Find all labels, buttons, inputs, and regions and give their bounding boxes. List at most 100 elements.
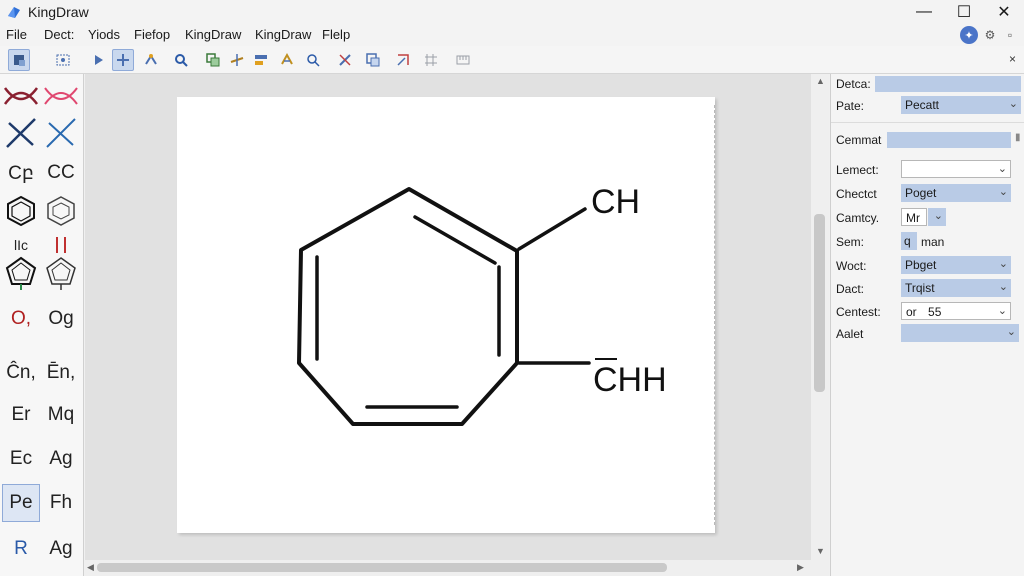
lemect-input[interactable]: ⌄ <box>901 160 1011 178</box>
field-value: or <box>906 305 917 319</box>
settings-icon[interactable]: ⚙ <box>982 27 998 43</box>
tool-carbon-chain[interactable]: Cբ <box>2 154 40 192</box>
scroll-left-icon[interactable]: ◀ <box>87 562 94 573</box>
tool-cn[interactable]: Ĉn, <box>2 354 40 392</box>
tool-cyclopentane[interactable] <box>2 254 40 292</box>
horizontal-scrollbar[interactable]: ◀ ▶ <box>85 560 829 576</box>
toolbar-measure-button[interactable] <box>452 49 474 71</box>
toolbar-copy-button[interactable] <box>202 49 224 71</box>
cyclohexane-ring-icon <box>47 196 75 226</box>
tool-fh[interactable]: Fh <box>42 484 80 522</box>
chevron-down-icon: ⌄ <box>998 281 1008 293</box>
sem-value: man <box>921 235 945 249</box>
menu-bar: File Dect: Yiods Fiefop KingDraw KingDra… <box>0 24 1024 46</box>
tool-rk[interactable]: R <box>2 530 40 568</box>
prop-row-woct: Woct: Pbget ⌄ <box>831 256 1024 276</box>
template-icon <box>397 54 409 66</box>
pate-select[interactable]: Pecatt ⌄ <box>901 96 1021 114</box>
toolbar-rotate-button[interactable] <box>112 49 134 71</box>
tool-bond-pink[interactable] <box>42 76 80 114</box>
scroll-down-icon[interactable]: ▼ <box>816 546 825 556</box>
toolbar-select-button[interactable] <box>8 49 30 71</box>
toolbar-close-icon[interactable]: × <box>1009 52 1016 66</box>
drawing-workspace[interactable]: CH CHH <box>85 74 811 560</box>
prop-row-dact: Dact: Trqist ⌄ <box>831 279 1024 299</box>
close-button[interactable]: ✕ <box>984 0 1024 24</box>
minimize-button[interactable]: — <box>904 0 944 24</box>
tool-cyclopentadiene[interactable] <box>42 254 80 292</box>
tool-label: Ec <box>9 448 33 469</box>
toolbar-move-button[interactable] <box>88 49 110 71</box>
tool-ag-2[interactable]: Ag <box>42 530 80 568</box>
restore-icon[interactable]: ▫ <box>1002 27 1018 43</box>
prop-label: Centest: <box>836 305 881 319</box>
vertical-scrollbar[interactable]: ▲ ▼ <box>811 74 829 560</box>
tool-er[interactable]: Er <box>2 396 40 434</box>
prop-label: Aalet <box>836 327 864 341</box>
tool-ec[interactable]: Ec <box>2 440 40 478</box>
tool-ag[interactable]: Ag <box>42 440 80 478</box>
panel-scroll-icon[interactable]: ▮ <box>1015 132 1021 143</box>
scroll-right-icon[interactable]: ▶ <box>797 562 804 573</box>
menu-kingdraw-1[interactable]: KingDraw <box>185 27 241 42</box>
chevron-down-icon: ⌄ <box>1006 326 1016 338</box>
dact-select[interactable]: Trqist ⌄ <box>901 279 1011 297</box>
tool-cyclohexane[interactable] <box>42 192 80 230</box>
molecule-drawing[interactable]: CH CHH <box>177 97 715 533</box>
tool-bond-red[interactable] <box>2 76 40 114</box>
tool-label: CC <box>47 162 75 183</box>
toolbar-bond-button[interactable] <box>226 49 248 71</box>
tool-og[interactable]: Og <box>42 300 80 338</box>
label-ch[interactable]: CH <box>591 183 640 221</box>
toolbar-search-button[interactable] <box>302 49 324 71</box>
vertical-scroll-thumb[interactable] <box>814 214 825 392</box>
double-bond-lines[interactable] <box>315 215 501 409</box>
ring-bonds[interactable] <box>297 187 519 426</box>
camtcy-dropdown[interactable]: ⌄ <box>928 208 946 226</box>
tool-label: Pe <box>9 492 33 513</box>
rotate-icon <box>117 54 129 66</box>
aalet-select[interactable]: ⌄ <box>901 324 1019 342</box>
centest-input[interactable]: or 55 ⌄ <box>901 302 1011 320</box>
menu-file[interactable]: File <box>6 27 27 42</box>
toolbar-frame-button[interactable] <box>362 49 384 71</box>
menu-kingdraw-2[interactable]: KingDraw <box>255 27 311 42</box>
properties-panel: Detca: Pate: Pecatt ⌄ Cemmat ▮ Lemect: ⌄… <box>830 74 1024 576</box>
camtcy-input[interactable]: Mr <box>901 208 927 226</box>
menu-view[interactable]: Yiods <box>88 27 120 42</box>
tool-bn[interactable]: Ēn, <box>42 354 80 392</box>
toolbar-template-button[interactable] <box>392 49 414 71</box>
menu-format[interactable]: Fiefop <box>134 27 170 42</box>
chectct-select[interactable]: Poget ⌄ <box>901 184 1011 202</box>
toolbar-lasso-button[interactable] <box>52 49 74 71</box>
tool-cc[interactable]: CC <box>42 154 80 192</box>
sem-toggle[interactable]: q <box>901 232 917 250</box>
tool-pe[interactable]: Pe <box>2 484 40 522</box>
tool-oxygen[interactable]: O, <box>2 300 40 338</box>
select-value: Pbget <box>905 258 937 272</box>
scroll-up-icon[interactable]: ▲ <box>816 76 825 86</box>
drawing-canvas[interactable]: CH CHH <box>177 97 715 533</box>
horizontal-scroll-thumb[interactable] <box>97 563 667 572</box>
toolbar-grid-button[interactable] <box>420 49 442 71</box>
label-chh[interactable]: CHH <box>593 361 667 399</box>
tool-wedge-bond[interactable] <box>2 114 40 152</box>
menu-help[interactable]: Flelp <box>322 27 350 42</box>
woct-select[interactable]: Pbget ⌄ <box>901 256 1011 274</box>
toolbar-chain-button[interactable] <box>140 49 162 71</box>
toolbar-text-button[interactable] <box>276 49 298 71</box>
tool-benzene[interactable] <box>2 192 40 230</box>
substituent-bonds[interactable] <box>517 207 591 365</box>
panel-header-comment: Cemmat ▮ <box>831 130 1024 150</box>
toolbar-zoom-button[interactable] <box>170 49 192 71</box>
tools-icon <box>339 54 351 66</box>
account-icon[interactable]: ✦ <box>960 26 978 44</box>
tool-hash-bond[interactable] <box>42 114 80 152</box>
prop-row-chectct: Chectct Poget ⌄ <box>831 184 1024 204</box>
toolbar-align-button[interactable] <box>250 49 272 71</box>
toolbar-tools-button[interactable] <box>334 49 356 71</box>
tool-mq[interactable]: Mq <box>42 396 80 434</box>
maximize-button[interactable]: ☐ <box>944 0 984 24</box>
menu-edit[interactable]: Dect: <box>44 27 74 42</box>
panel-separator <box>831 122 1024 123</box>
